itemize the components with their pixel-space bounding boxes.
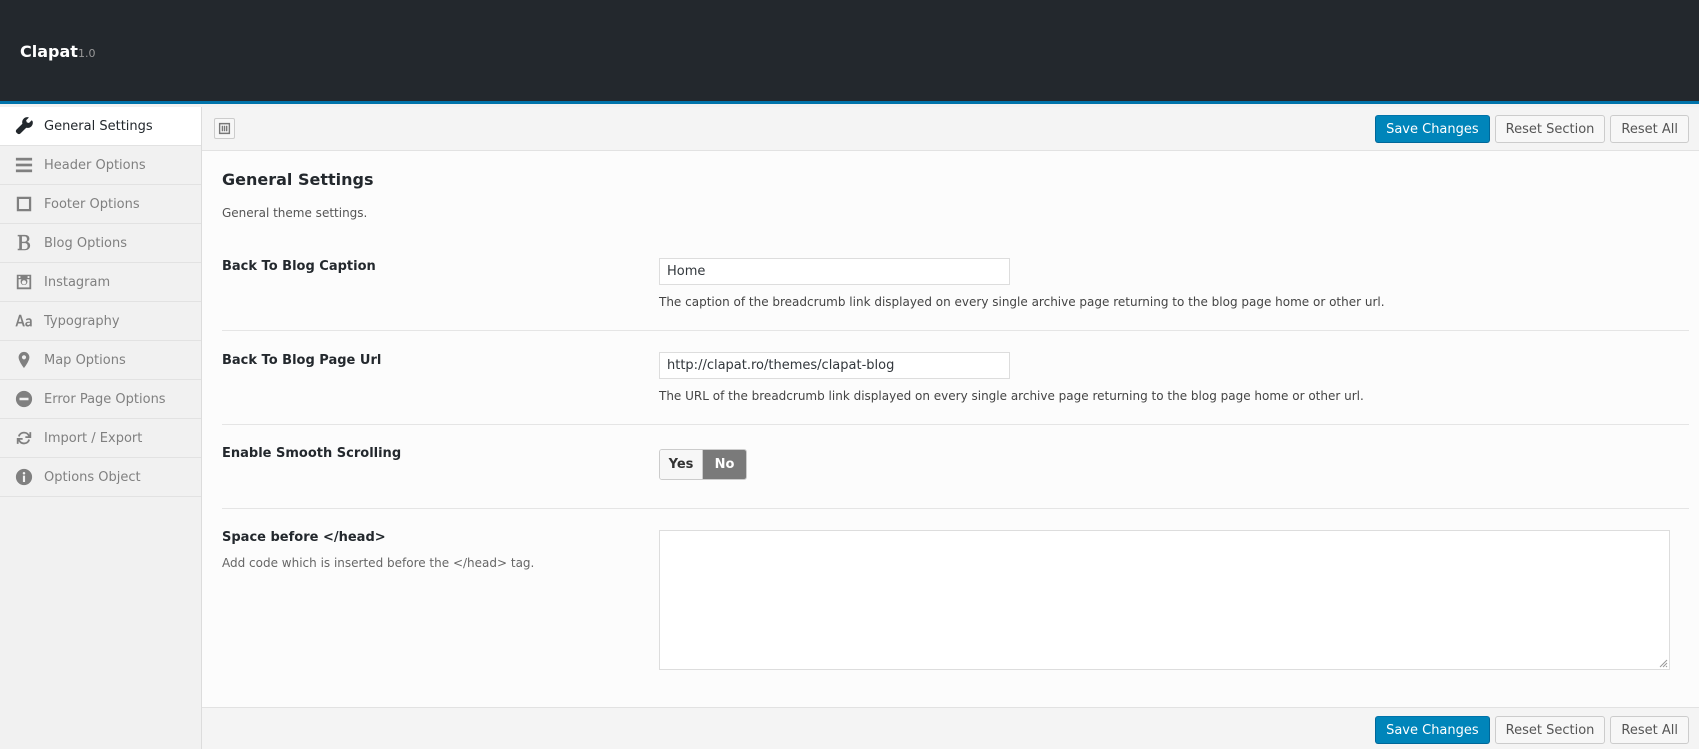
info-icon (14, 467, 34, 487)
typography-icon (14, 311, 34, 331)
space-head-textarea[interactable] (659, 530, 1670, 670)
reset-all-button[interactable]: Reset All (1610, 716, 1689, 744)
reset-section-button[interactable]: Reset Section (1494, 716, 1606, 744)
app-title: Clapat (20, 42, 78, 61)
bottom-action-bar: Save Changes Reset Section Reset All (202, 707, 1699, 749)
sidebar-item-label: General Settings (44, 118, 153, 134)
top-action-bar: Save Changes Reset Section Reset All (202, 107, 1699, 151)
bold-b-icon (14, 233, 34, 253)
expand-options-button[interactable] (214, 118, 235, 139)
sidebar-item-error-page-options[interactable]: Error Page Options (0, 380, 201, 419)
back-caption-label: Back To Blog Caption (222, 259, 376, 274)
divider (222, 424, 1689, 425)
sidebar-item-footer-options[interactable]: Footer Options (0, 185, 201, 224)
refresh-icon (14, 428, 34, 448)
sidebar-item-label: Error Page Options (44, 391, 166, 407)
sidebar-item-map-options[interactable]: Map Options (0, 341, 201, 380)
smooth-scroll-yes-option[interactable]: Yes (660, 450, 703, 479)
sidebar-item-import-export[interactable]: Import / Export (0, 419, 201, 458)
sidebar-item-label: Typography (44, 313, 120, 329)
sidebar-item-options-object[interactable]: Options Object (0, 458, 201, 497)
sidebar-item-label: Footer Options (44, 196, 140, 212)
divider (222, 508, 1689, 509)
sidebar-item-general-settings[interactable]: General Settings (0, 107, 201, 146)
divider (222, 330, 1689, 331)
section-title: General Settings (222, 170, 374, 189)
sidebar-item-label: Blog Options (44, 235, 128, 251)
expand-icon (218, 122, 231, 135)
sidebar-item-instagram[interactable]: Instagram (0, 263, 201, 302)
back-url-input[interactable] (659, 352, 1010, 379)
options-panel: Save Changes Reset Section Reset All Gen… (202, 107, 1699, 749)
sidebar: General Settings Header Options Footer O… (0, 107, 202, 749)
sidebar-item-label: Instagram (44, 274, 111, 290)
reset-section-button[interactable]: Reset Section (1494, 115, 1606, 143)
back-caption-help: The caption of the breadcrumb link displ… (659, 295, 1385, 309)
smooth-scroll-no-option[interactable]: No (703, 450, 746, 479)
instagram-icon (14, 272, 34, 292)
sidebar-item-typography[interactable]: Typography (0, 302, 201, 341)
back-url-label: Back To Blog Page Url (222, 353, 382, 368)
sidebar-item-label: Import / Export (44, 430, 143, 446)
square-icon (14, 194, 34, 214)
admin-header: Clapat 1.0 (0, 0, 1699, 104)
space-head-label: Space before </head> (222, 530, 386, 545)
reset-all-button[interactable]: Reset All (1610, 115, 1689, 143)
smooth-scroll-switch: Yes No (659, 449, 747, 480)
back-caption-input[interactable] (659, 258, 1010, 285)
map-pin-icon (14, 350, 34, 370)
sidebar-item-label: Map Options (44, 352, 126, 368)
minus-circle-icon (14, 389, 34, 409)
sidebar-item-label: Header Options (44, 157, 146, 173)
app-version: 1.0 (78, 47, 96, 60)
section-description: General theme settings. (222, 206, 368, 220)
save-changes-button[interactable]: Save Changes (1375, 115, 1490, 143)
resize-grip-icon[interactable] (1659, 659, 1668, 668)
sidebar-item-header-options[interactable]: Header Options (0, 146, 201, 185)
smooth-scroll-label: Enable Smooth Scrolling (222, 446, 402, 461)
back-url-help: The URL of the breadcrumb link displayed… (659, 389, 1364, 403)
save-changes-button[interactable]: Save Changes (1375, 716, 1490, 744)
sidebar-item-label: Options Object (44, 469, 141, 485)
sidebar-item-blog-options[interactable]: Blog Options (0, 224, 201, 263)
space-head-sublabel: Add code which is inserted before the </… (222, 556, 535, 570)
wrench-icon (14, 116, 34, 136)
menu-lines-icon (14, 155, 34, 175)
